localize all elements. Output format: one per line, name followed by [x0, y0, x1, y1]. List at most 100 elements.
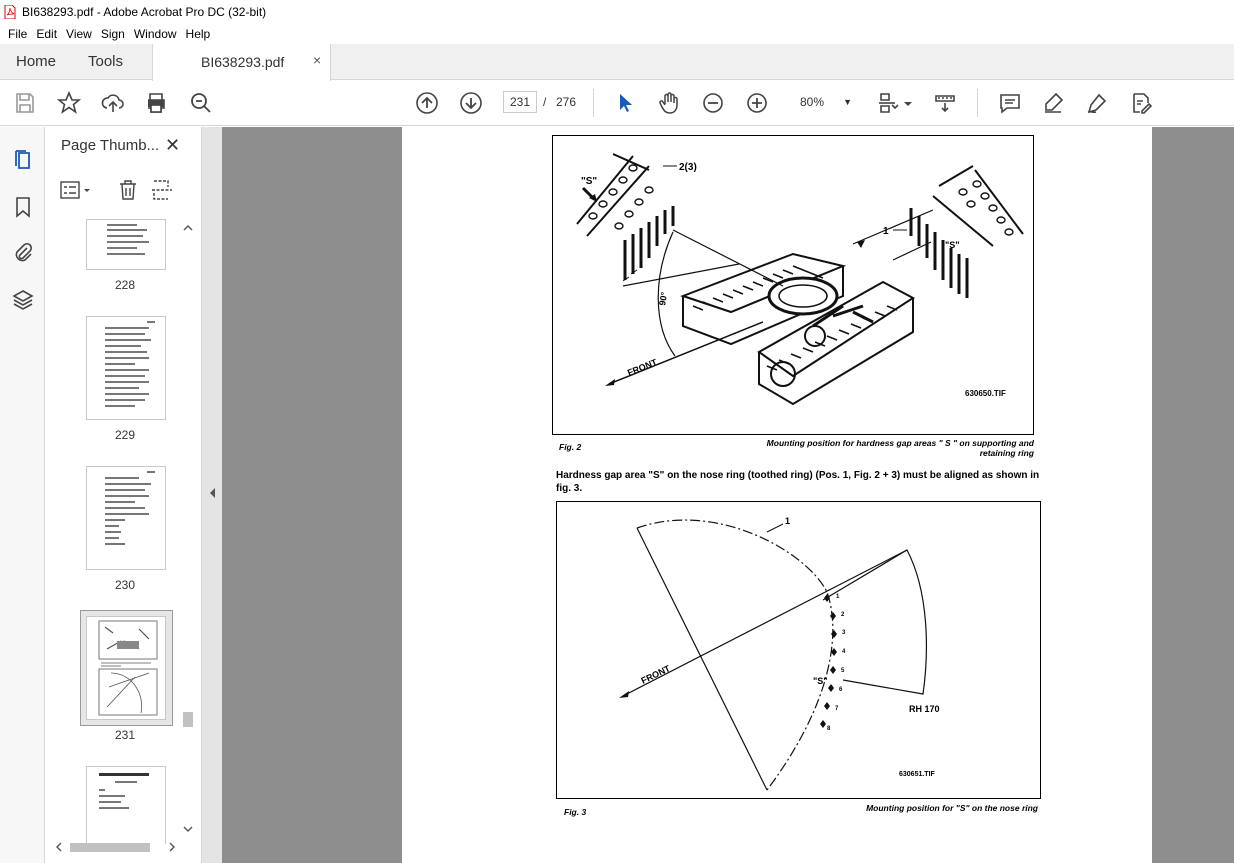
thumbnail-label: 231	[114, 728, 136, 742]
close-icon[interactable]: ✕	[165, 135, 180, 156]
bookmark-icon[interactable]	[11, 195, 35, 219]
panel-title: Page Thumb...	[61, 137, 160, 154]
tooth-number: 1	[836, 594, 840, 600]
comment-icon[interactable]	[997, 90, 1023, 116]
page-thumbnails-icon[interactable]	[11, 148, 35, 172]
thumbnail-preview-231	[98, 620, 158, 716]
sign-pen-icon[interactable]	[1084, 90, 1110, 116]
menu-view[interactable]: View	[66, 27, 92, 41]
thumbnail-page-232[interactable]	[86, 766, 166, 844]
panel-toolbar	[59, 177, 189, 203]
chevron-down-icon[interactable]	[902, 90, 914, 116]
fig2-label-90: 90°	[657, 291, 669, 307]
figure-3-frame: 1 2 3 4 5 6 7 8 1 FRONT "S" RH 170 63065…	[556, 501, 1041, 799]
thumbnail-options-icon[interactable]	[59, 179, 93, 201]
tab-home[interactable]: Home	[16, 53, 56, 70]
fig2-label-23: 2(3)	[679, 162, 697, 173]
thumbnail-page-229[interactable]	[86, 316, 166, 420]
pdf-file-icon	[4, 5, 16, 19]
title-bar: BI638293.pdf - Adobe Acrobat Pro DC (32-…	[0, 0, 1234, 24]
tooth-number: 2	[841, 612, 845, 618]
bookmark-star-icon[interactable]	[56, 90, 82, 116]
tooth-number: 3	[842, 630, 846, 636]
thumbnail-page-228[interactable]	[86, 219, 166, 270]
toolbar-divider	[593, 89, 594, 117]
page-fit-icon[interactable]	[876, 90, 902, 116]
toolbar-divider	[977, 89, 978, 117]
tab-close-icon[interactable]: ×	[313, 52, 321, 68]
menu-file[interactable]: File	[8, 27, 27, 41]
tooth-number: 8	[827, 726, 831, 732]
fig2-caption-left: Fig. 2	[559, 442, 582, 452]
menu-help[interactable]: Help	[186, 27, 211, 41]
thumbnail-vertical-scrollbar[interactable]	[180, 219, 196, 844]
layers-icon[interactable]	[11, 288, 35, 312]
fig2-label-s-right: "S"	[945, 240, 960, 250]
fig2-label-s: "S"	[581, 176, 597, 187]
menu-sign[interactable]: Sign	[101, 27, 125, 41]
fig2-label-1: 1	[883, 226, 889, 237]
tooth-number: 6	[839, 687, 843, 693]
fig3-label-1: 1	[785, 516, 790, 526]
page-number-input[interactable]: 231	[503, 91, 537, 113]
upload-icon[interactable]	[100, 90, 126, 116]
menu-bar: File Edit View Sign Window Help	[0, 24, 1234, 44]
fig2-caption-right: Mounting position for hardness gap areas…	[766, 438, 1034, 458]
menu-edit[interactable]: Edit	[36, 27, 57, 41]
toolbar: 231 / 276 80% ▼	[0, 81, 1234, 126]
delete-icon[interactable]	[117, 179, 139, 201]
split-page-icon[interactable]	[151, 179, 175, 201]
fig2-tif-label: 630650.TIF	[965, 389, 1006, 398]
thumbnail-label: 228	[114, 278, 136, 292]
tooth-number: 5	[841, 668, 845, 674]
panel-collapse-handle[interactable]	[202, 127, 222, 863]
page-up-icon[interactable]	[414, 90, 440, 116]
chevron-left-icon	[210, 488, 215, 498]
fig3-label-front: FRONT	[639, 663, 672, 686]
zoom-in-icon[interactable]	[744, 90, 770, 116]
tab-document-label: BI638293.pdf	[201, 54, 285, 70]
page-down-icon[interactable]	[458, 90, 484, 116]
chevron-down-icon: ▼	[843, 97, 852, 107]
window-title: BI638293.pdf - Adobe Acrobat Pro DC (32-…	[22, 5, 267, 19]
thumbnail-panel: Page Thumb... ✕ 228 229 230 231	[45, 127, 202, 863]
page-total: 276	[556, 95, 577, 109]
thumbnail-list: 228 229 230 231	[45, 219, 180, 844]
figure-2-drawing: "S" 2(3) 1 "S" 90° FRONT 630650.TIF	[576, 153, 1024, 406]
tab-document[interactable]: BI638293.pdf ×	[152, 44, 331, 81]
attachment-icon[interactable]	[11, 241, 35, 265]
thumbnail-horizontal-scrollbar[interactable]	[50, 839, 180, 855]
document-viewer[interactable]: "S" 2(3) 1 "S" 90° FRONT 630650.TIF Fig.…	[222, 127, 1234, 863]
figure-3-drawing: 1 2 3 4 5 6 7 8 1 FRONT "S" RH 170 63065…	[619, 516, 940, 791]
body-paragraph: Hardness gap area "S" on the nose ring (…	[556, 470, 1040, 494]
fig2-label-front: FRONT	[626, 357, 659, 378]
page-separator: /	[543, 95, 547, 109]
print-icon[interactable]	[143, 90, 169, 116]
fig3-label-s: "S"	[813, 676, 828, 686]
thumbnail-label: 229	[114, 428, 136, 442]
menu-window[interactable]: Window	[134, 27, 177, 41]
thumbnail-label: 230	[114, 578, 136, 592]
thumbnail-page-231[interactable]	[86, 616, 166, 720]
zoom-level-select[interactable]: 80% ▼	[792, 91, 858, 113]
scroll-mode-icon[interactable]	[932, 90, 958, 116]
left-navigation-rail	[0, 127, 45, 863]
fig3-caption-left: Fig. 3	[564, 807, 587, 817]
tooth-number: 4	[842, 649, 846, 655]
tab-bar: Home Tools BI638293.pdf ×	[0, 44, 1234, 81]
tooth-number: 7	[835, 706, 839, 712]
zoom-search-icon[interactable]	[188, 90, 214, 116]
select-cursor-icon[interactable]	[612, 90, 638, 116]
tab-tools[interactable]: Tools	[88, 53, 123, 70]
fig3-caption-right: Mounting position for "S" on the nose ri…	[866, 803, 1038, 813]
highlight-pen-icon[interactable]	[1040, 90, 1066, 116]
zoom-out-icon[interactable]	[700, 90, 726, 116]
edit-pdf-icon[interactable]	[1128, 90, 1154, 116]
zoom-level-value: 80%	[800, 95, 825, 109]
hand-icon[interactable]	[656, 90, 682, 116]
thumbnail-page-230[interactable]	[86, 466, 166, 570]
save-icon[interactable]	[12, 90, 38, 116]
fig3-tif-label: 630651.TIF	[899, 771, 936, 778]
pdf-page: "S" 2(3) 1 "S" 90° FRONT 630650.TIF Fig.…	[402, 127, 1152, 863]
figure-2-frame: "S" 2(3) 1 "S" 90° FRONT 630650.TIF	[552, 135, 1034, 435]
